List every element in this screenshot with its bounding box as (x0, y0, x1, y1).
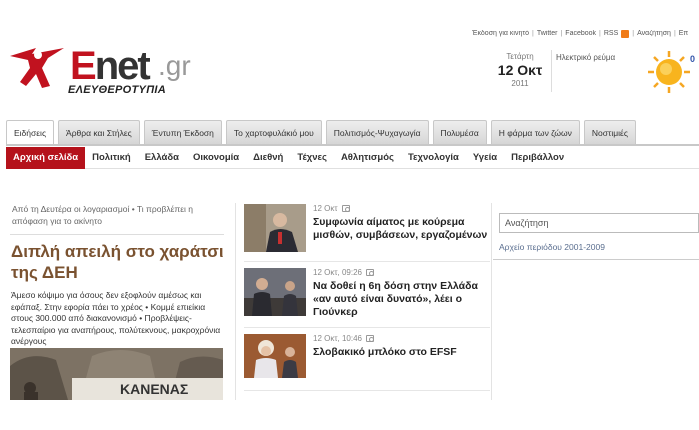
news-thumbnail-image (244, 204, 306, 252)
cat-environment[interactable]: Περιβάλλον (504, 147, 571, 169)
site-logo[interactable]: Enet .gr ΕΛΕΥΘΕΡΟΤΥΠΙΑ (8, 44, 193, 100)
cat-world[interactable]: Διεθνή (246, 147, 290, 169)
separator: | (632, 30, 635, 37)
weather-label: Ηλεκτρικό ρεύμα (556, 53, 616, 62)
cat-technology[interactable]: Τεχνολογία (401, 147, 466, 169)
sun-icon (648, 51, 690, 93)
news-headline[interactable]: Σλοβακικό μπλόκο στο EFSF (313, 346, 489, 359)
news-thumbnail-image (244, 268, 306, 316)
news-item[interactable]: 12 Οκτ, 09:26 Να δοθεί η 6η δόση στην Ελ… (244, 268, 490, 320)
news-thumbnail[interactable] (244, 204, 306, 252)
news-item[interactable]: 12 Οκτ Συμφωνία αίματος με κούρεμα μισθώ… (244, 204, 490, 256)
news-thumbnail[interactable] (244, 334, 306, 378)
archive-link[interactable]: Αρχείο περιόδου 2001-2009 (499, 242, 605, 252)
search-input[interactable] (499, 213, 699, 233)
weather-value: 0 (690, 54, 696, 64)
lead-description: Άμεσο κόψιμο για όσους δεν εξοφλούν αμέσ… (11, 290, 221, 346)
lead-photo[interactable]: ΚΑΝΕΝΑΣ (10, 348, 223, 400)
divider (244, 390, 490, 391)
news-thumbnail[interactable] (244, 268, 306, 316)
news-meta: 12 Οκτ, 10:46 (313, 334, 374, 343)
news-date: 12 Οκτ (313, 204, 338, 213)
cat-economy[interactable]: Οικονομία (186, 147, 246, 169)
top-utility-links: Έκδοση για κινητό | Twitter | Facebook | RS… (472, 30, 699, 38)
news-meta: 12 Οκτ, 09:26 (313, 268, 374, 277)
tab-articles[interactable]: Άρθρα και Στήλες (58, 120, 140, 144)
date-day: 12 Οκτ (497, 62, 543, 78)
separator: | (532, 30, 534, 37)
camera-icon (365, 335, 374, 342)
news-thumbnail-image (244, 334, 306, 378)
protest-photo-image: ΚΑΝΕΝΑΣ (10, 348, 223, 400)
twitter-link[interactable]: Twitter (537, 30, 558, 38)
divider (493, 259, 699, 260)
tab-culture[interactable]: Πολιτισμός-Ψυχαγωγία (325, 120, 429, 144)
section-tabs: Ειδήσεις Άρθρα και Στήλες Έντυπη Έκδοση … (6, 120, 699, 144)
runner-logo-icon (10, 48, 64, 88)
category-nav: Αρχική σελίδα Πολιτική Ελλάδα Οικονομία … (6, 146, 699, 169)
lead-headline[interactable]: Διπλή απειλή στο χαράτσι της ΔΕΗ (11, 241, 225, 283)
lead-teaser[interactable]: Από τη Δευτέρα οι λογαριασμοί • Τι προβλ… (12, 203, 224, 227)
divider (244, 261, 490, 262)
column-divider (491, 203, 492, 400)
mobile-edition-link[interactable]: Έκδοση για κινητό (472, 30, 529, 38)
camera-icon (365, 269, 374, 276)
logo-wordmark: Enet (70, 44, 151, 89)
news-item[interactable]: 12 Οκτ, 10:46 Σλοβακικό μπλόκο στο EFSF (244, 334, 490, 382)
divider (10, 234, 224, 235)
rss-icon[interactable] (621, 30, 630, 38)
divider (244, 327, 490, 328)
cat-health[interactable]: Υγεία (466, 147, 504, 169)
cat-politics[interactable]: Πολιτική (85, 147, 138, 169)
search-link[interactable]: Αναζήτηση (637, 30, 671, 38)
cat-greece[interactable]: Ελλάδα (138, 147, 186, 169)
camera-icon (341, 205, 350, 212)
date-weekday: Τετάρτη (506, 52, 534, 61)
facebook-link[interactable]: Facebook (565, 30, 596, 38)
logo-tld: .gr (158, 50, 191, 81)
tab-multimedia[interactable]: Πολυμέσα (432, 120, 487, 144)
column-divider (235, 203, 236, 400)
separator: | (560, 30, 563, 37)
rss-link[interactable]: RSS (604, 30, 618, 38)
cat-home[interactable]: Αρχική σελίδα (6, 146, 86, 169)
news-date: 12 Οκτ, 10:46 (313, 334, 362, 343)
cat-sports[interactable]: Αθλητισμός (334, 147, 401, 169)
logo-word-rest: net (94, 44, 151, 88)
date-year: 2011 (511, 79, 529, 88)
tab-portfolio[interactable]: Το χαρτοφυλάκιό μου (225, 120, 322, 144)
tab-news[interactable]: Ειδήσεις (6, 120, 55, 144)
separator: | (673, 30, 676, 37)
logo-subtitle: ΕΛΕΥΘΕΡΟΤΥΠΙΑ (68, 84, 166, 96)
news-headline[interactable]: Να δοθεί η 6η δόση στην Ελλάδα «αν αυτό … (313, 280, 489, 319)
news-meta: 12 Οκτ (313, 204, 350, 213)
news-headline[interactable]: Συμφωνία αίματος με κούρεμα μισθών, συμβ… (313, 216, 489, 242)
photo-banner-text: ΚΑΝΕΝΑΣ (120, 381, 188, 397)
tab-animal-farm[interactable]: Η φάρμα των ζώων (490, 120, 580, 144)
news-date: 12 Οκτ, 09:26 (313, 268, 362, 277)
truncated-link[interactable]: Επ (679, 30, 689, 38)
separator: | (599, 30, 601, 37)
cat-arts[interactable]: Τέχνες (290, 147, 334, 169)
date-box: Τετάρτη 12 Οκτ 2011 (490, 52, 550, 88)
logo-letter-e: E (70, 44, 97, 88)
tab-recipes[interactable]: Νοστιμιές (583, 120, 636, 144)
tab-print-edition[interactable]: Έντυπη Έκδοση (143, 120, 222, 144)
divider (551, 50, 552, 92)
